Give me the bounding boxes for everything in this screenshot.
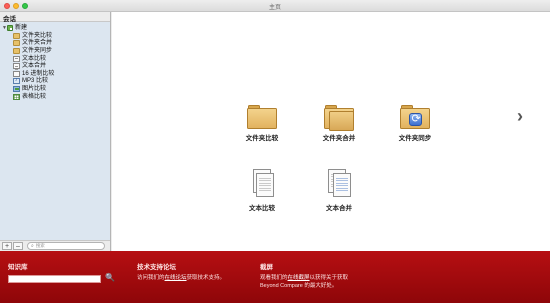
document-icon xyxy=(249,169,275,199)
tree-root-new[interactable]: ▼ 新建 xyxy=(0,24,110,32)
sidebar-item-mp3-compare[interactable]: MP3 比较 xyxy=(0,77,110,86)
screencast-text: 观看我们的在线截屏以获得关于获取 xyxy=(260,274,348,282)
folder-sync-icon xyxy=(400,105,430,129)
document-merge-icon xyxy=(326,169,352,199)
tile-folder-sync[interactable]: 文件夹同步 xyxy=(387,105,443,142)
picture-compare-icon xyxy=(13,85,20,92)
window-titlebar: 主页 xyxy=(0,0,550,12)
tree-root-label: 新建 xyxy=(15,25,28,31)
knowledge-base-search-input[interactable] xyxy=(8,275,101,283)
table-compare-icon xyxy=(13,93,20,100)
session-search-input[interactable]: ⌕ 搜索 xyxy=(27,242,105,250)
tile-label: 文件夹比较 xyxy=(245,135,279,142)
hex-compare-icon xyxy=(13,70,20,77)
tile-label: 文本合并 xyxy=(326,205,352,212)
support-text-before: 访问我们的 xyxy=(137,275,165,281)
sidebar-item-label: 表格比较 xyxy=(22,93,47,100)
sidebar-item-table-compare[interactable]: 表格比较 xyxy=(0,93,110,101)
new-session-icon xyxy=(7,25,13,31)
search-icon: ⌕ xyxy=(31,243,34,249)
remove-session-button[interactable]: – xyxy=(13,242,23,250)
sidebar-item-picture-compare[interactable]: 图片比较 xyxy=(0,85,110,93)
tile-text-merge[interactable]: 文本合并 xyxy=(311,169,367,212)
mp3-compare-icon xyxy=(13,77,20,85)
sidebar-item-folder-merge[interactable]: 文件夹合并 xyxy=(0,40,110,48)
support-forum-title: 技术支持论坛 xyxy=(137,264,176,271)
tile-folder-compare[interactable]: 文件夹比较 xyxy=(234,105,290,142)
folder-compare-icon xyxy=(13,32,20,39)
support-forum-text: 访问我们的在线论坛获取技术支持。 xyxy=(137,274,225,282)
home-panel: 文件夹比较 文件夹合并 文件夹同步 文本比较 文本合并 › xyxy=(112,12,550,251)
next-page-arrow-icon[interactable]: › xyxy=(513,106,527,126)
knowledge-base-title: 知识库 xyxy=(8,264,28,271)
screencast-section: 截屏 观看我们的在线截屏以获得关于获取 Beyond Compare 的最大好处… xyxy=(260,261,348,290)
sidebar-item-text-compare[interactable]: 文本比较 xyxy=(0,55,110,63)
sidebar-item-folder-compare[interactable]: 文件夹比较 xyxy=(0,32,110,40)
online-forum-link[interactable]: 在线论坛 xyxy=(165,275,187,281)
sidebar-item-text-merge[interactable]: 文本合并 xyxy=(0,62,110,70)
info-footer: 知识库 🔍 技术支持论坛 访问我们的在线论坛获取技术支持。 截屏 观看我们的在线… xyxy=(0,251,550,303)
screencast-text-line2: Beyond Compare 的最大好处。 xyxy=(260,283,338,289)
add-session-button[interactable]: + xyxy=(2,242,12,250)
folder-icon xyxy=(247,105,277,129)
folder-merge-icon xyxy=(13,40,20,47)
support-text-after: 获取技术支持。 xyxy=(186,275,226,281)
support-forum-section: 技术支持论坛 访问我们的在线论坛获取技术支持。 xyxy=(137,261,225,282)
online-screencast-link[interactable]: 在线截屏 xyxy=(288,275,310,281)
tile-label: 文件夹同步 xyxy=(398,135,432,142)
sidebar-header: 会话 xyxy=(0,12,110,23)
watch-text-after: 以获得关于获取 xyxy=(309,275,349,281)
search-placeholder: 搜索 xyxy=(35,243,45,248)
folder-sync-icon xyxy=(13,47,20,54)
tile-folder-merge[interactable]: 文件夹合并 xyxy=(311,105,367,142)
sidebar-footer: + – ⌕ 搜索 xyxy=(0,240,110,251)
tile-label: 文本比较 xyxy=(249,205,275,212)
watch-text-before: 观看我们的 xyxy=(260,275,288,281)
screencast-title: 截屏 xyxy=(260,264,273,271)
text-merge-icon xyxy=(13,63,20,70)
folder-merge-icon xyxy=(324,105,354,131)
text-compare-icon xyxy=(13,55,20,63)
session-tree: ▼ 新建 文件夹比较 文件夹合并 文件夹同步 文本比较 文本合并 16 进制比较 xyxy=(0,22,110,100)
tile-text-compare[interactable]: 文本比较 xyxy=(234,169,290,212)
window-title: 主页 xyxy=(268,5,281,11)
sessions-sidebar: 会话 ▼ 新建 文件夹比较 文件夹合并 文件夹同步 文本比较 文本合并 16 进… xyxy=(0,12,111,251)
knowledge-base-section: 知识库 xyxy=(8,261,28,274)
search-icon[interactable]: 🔍 xyxy=(105,273,115,282)
tile-label: 文件夹合并 xyxy=(322,135,356,142)
sidebar-item-folder-sync[interactable]: 文件夹同步 xyxy=(0,47,110,55)
